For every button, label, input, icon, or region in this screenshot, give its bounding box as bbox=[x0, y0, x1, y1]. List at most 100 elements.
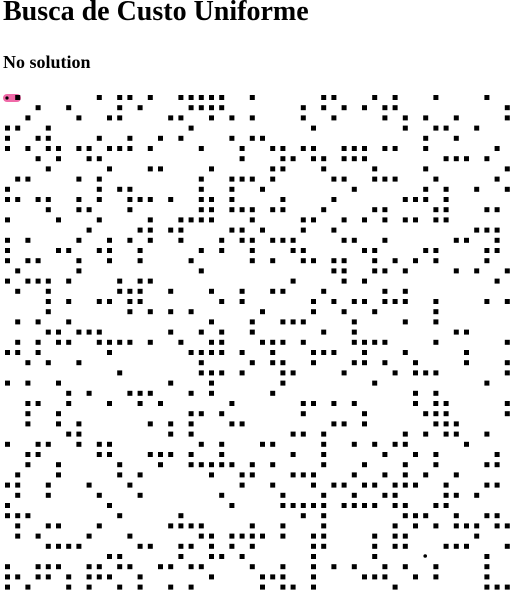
wall-cell bbox=[96, 299, 102, 304]
wall-cell bbox=[239, 482, 245, 488]
wall-cell bbox=[137, 258, 143, 264]
wall-cell bbox=[280, 523, 286, 529]
wall-cell bbox=[311, 584, 316, 590]
wall-cell bbox=[413, 523, 418, 529]
wall-cell bbox=[209, 472, 214, 478]
wall-cell bbox=[504, 115, 510, 121]
wall-cell bbox=[56, 472, 61, 478]
wall-cell bbox=[402, 513, 408, 519]
wall-cell bbox=[290, 278, 296, 284]
wall-cell bbox=[494, 146, 500, 151]
wall-cell bbox=[453, 431, 459, 437]
wall-cell bbox=[504, 186, 510, 192]
wall-cell bbox=[504, 268, 510, 274]
wall-cell bbox=[25, 513, 31, 519]
wall-cell bbox=[260, 186, 265, 192]
wall-cell bbox=[362, 105, 367, 111]
wall-cell bbox=[117, 186, 123, 192]
wall-cell bbox=[423, 370, 429, 376]
wall-cell bbox=[402, 319, 408, 325]
wall-cell bbox=[209, 350, 214, 355]
wall-cell bbox=[321, 523, 327, 529]
wall-cell bbox=[311, 156, 316, 162]
wall-cell bbox=[392, 543, 398, 549]
wall-cell bbox=[188, 105, 194, 111]
wall-cell bbox=[168, 197, 174, 202]
wall-cell bbox=[209, 288, 214, 294]
wall-cell bbox=[229, 176, 235, 182]
wall-cell bbox=[443, 482, 449, 488]
wall-cell bbox=[96, 197, 102, 202]
wall-cell bbox=[188, 431, 194, 437]
wall-cell bbox=[362, 339, 367, 345]
wall-cell bbox=[45, 482, 51, 488]
wall-cell bbox=[311, 574, 316, 580]
wall-cell bbox=[453, 156, 459, 162]
wall-cell bbox=[158, 401, 163, 406]
wall-cell bbox=[423, 513, 429, 519]
wall-cell bbox=[158, 564, 163, 570]
wall-cell bbox=[453, 115, 459, 121]
wall-cell bbox=[198, 370, 204, 376]
wall-cell bbox=[178, 554, 184, 559]
wall-cell bbox=[168, 288, 174, 294]
wall-cell bbox=[127, 288, 133, 294]
wall-cell bbox=[219, 248, 225, 253]
wall-cell bbox=[311, 554, 316, 559]
wall-cell bbox=[362, 462, 367, 468]
wall-cell bbox=[433, 421, 439, 427]
wall-cell bbox=[372, 533, 378, 539]
maze-grid[interactable] bbox=[0, 92, 510, 597]
wall-cell bbox=[127, 482, 133, 488]
wall-cell bbox=[402, 462, 408, 468]
wall-cell bbox=[239, 176, 245, 182]
wall-cell bbox=[147, 421, 153, 427]
wall-cell bbox=[453, 329, 459, 335]
wall-cell bbox=[372, 268, 378, 274]
wall-cell bbox=[239, 227, 245, 233]
wall-cell bbox=[362, 482, 367, 488]
wall-cell bbox=[35, 574, 41, 580]
wall-cell bbox=[45, 207, 51, 213]
wall-cell bbox=[188, 125, 194, 131]
wall-cell bbox=[45, 135, 51, 141]
wall-cell bbox=[270, 176, 276, 182]
wall-cell bbox=[219, 237, 225, 243]
wall-cell bbox=[372, 176, 378, 182]
wall-cell bbox=[331, 401, 337, 406]
wall-cell bbox=[168, 564, 174, 570]
wall-cell bbox=[362, 360, 367, 366]
wall-cell bbox=[280, 574, 286, 580]
wall-cell bbox=[147, 227, 153, 233]
wall-cell bbox=[219, 95, 225, 100]
wall-cell bbox=[45, 146, 51, 151]
wall-cell bbox=[45, 278, 51, 284]
wall-cell bbox=[351, 329, 357, 335]
wall-cell bbox=[15, 319, 21, 325]
wall-cell bbox=[188, 411, 194, 417]
wall-cell bbox=[270, 360, 276, 366]
wall-cell bbox=[147, 339, 153, 345]
wall-cell bbox=[239, 156, 245, 162]
wall-cell bbox=[300, 431, 306, 437]
wall-cell bbox=[15, 350, 21, 355]
wall-cell bbox=[127, 390, 133, 396]
wall-cell bbox=[25, 380, 31, 386]
wall-cell bbox=[464, 360, 469, 366]
wall-cell bbox=[351, 237, 357, 243]
wall-cell bbox=[76, 441, 82, 447]
wall-cell bbox=[137, 278, 143, 284]
wall-cell bbox=[413, 258, 418, 264]
wall-cell bbox=[382, 237, 388, 243]
wall-cell bbox=[219, 441, 225, 447]
wall-cell bbox=[382, 105, 388, 111]
wall-cell bbox=[107, 339, 112, 345]
wall-cell bbox=[402, 472, 408, 478]
wall-cell bbox=[15, 95, 21, 100]
wall-cell bbox=[56, 339, 61, 345]
wall-cell bbox=[433, 452, 439, 457]
wall-cell bbox=[464, 237, 469, 243]
wall-cell bbox=[45, 441, 51, 447]
wall-cell bbox=[5, 258, 10, 264]
wall-cell bbox=[504, 339, 510, 345]
